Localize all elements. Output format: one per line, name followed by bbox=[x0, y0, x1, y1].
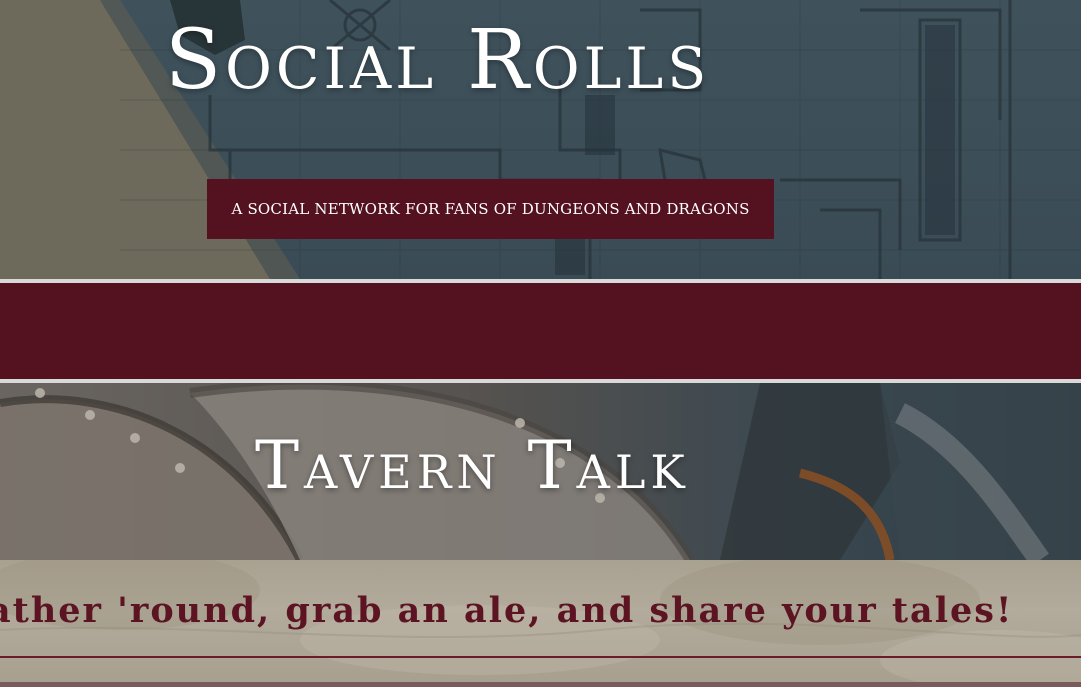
site-title: Social Rolls bbox=[165, 13, 711, 108]
tagline-text: ather 'round, grab an ale, and share you… bbox=[0, 590, 1081, 632]
accent-band bbox=[0, 283, 1081, 379]
tavern-talk-section: Tavern Talk bbox=[0, 383, 1081, 560]
tagline-rule bbox=[0, 656, 1081, 658]
site-subtitle-badge: A Social Network for Fans of Dungeons an… bbox=[207, 179, 774, 239]
section-title: Tavern Talk bbox=[255, 427, 690, 504]
tagline-section: ather 'round, grab an ale, and share you… bbox=[0, 560, 1081, 687]
section-bottom-edge bbox=[0, 682, 1081, 687]
tagline-label: ather 'round, grab an ale, and share you… bbox=[0, 590, 1014, 631]
hero-section: Social Rolls A Social Network for Fans o… bbox=[0, 0, 1081, 279]
